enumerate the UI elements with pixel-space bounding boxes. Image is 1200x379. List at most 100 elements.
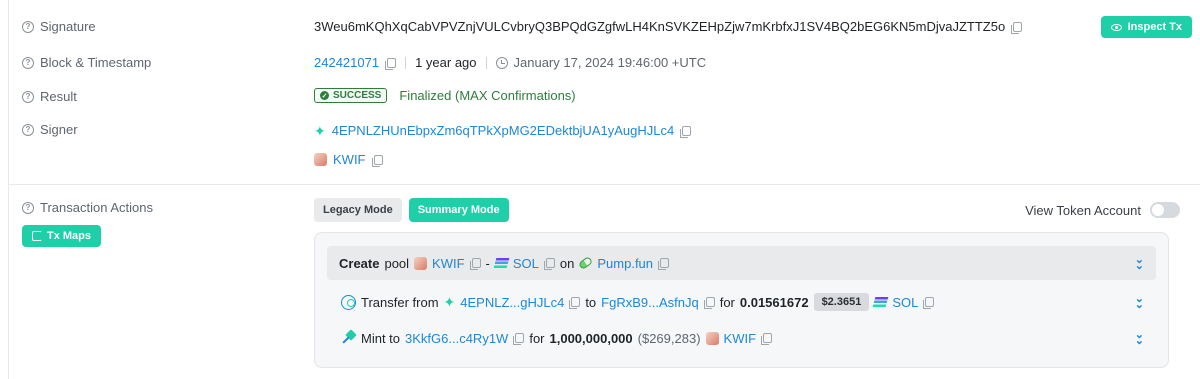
signer-token-group: KWIF xyxy=(314,152,383,167)
copy-icon[interactable] xyxy=(543,258,555,270)
transfer-amount: 0.01561672 xyxy=(739,294,809,310)
chevron-down-icon[interactable]: ⌄ ⌄ xyxy=(1135,329,1144,346)
transfer-from-link[interactable]: 4EPNLZ...gHJLc4 xyxy=(460,295,564,310)
wallet-sparkle-icon: ✦ xyxy=(314,122,326,139)
actions-label-group: ? Transaction Actions xyxy=(22,200,153,215)
for-word: for xyxy=(529,330,545,346)
action-mint: Mint to 3KkfG6...c4Ry1W for 1,000,000,00… xyxy=(327,327,1156,349)
signer-label: Signer xyxy=(40,122,78,137)
view-token-account-toggle[interactable] xyxy=(1150,202,1180,218)
copy-icon[interactable] xyxy=(761,333,773,345)
block-label: Block & Timestamp xyxy=(40,55,152,70)
signer-address-link[interactable]: 4EPNLZHUnEbpxZm6qTPkXpMG2EDektbjUA1yAugH… xyxy=(332,123,674,138)
block-value-group: 242421071 1 year ago January 17, 2024 19… xyxy=(314,55,706,70)
copy-icon[interactable] xyxy=(513,333,525,345)
price-badge: $2.3651 xyxy=(813,293,870,311)
signature-value: 3Weu6mKQhXqCabVPVZnjVULCvbryQ3BPQdGZgfwL… xyxy=(314,19,1006,34)
mint-to-link[interactable]: 3KkfG6...c4Ry1W xyxy=(405,331,508,346)
transfer-to-link[interactable]: FgRxB9...AsfnJq xyxy=(601,295,699,310)
transaction-details-card: ? Signature 3Weu6mKQhXqCabVPVZnjVULCvbry… xyxy=(8,0,1200,379)
result-row: ? Result ✓ SUCCESS Finalized (MAX Confir… xyxy=(9,87,1200,107)
pump-fun-icon xyxy=(578,255,594,271)
summary-mode-button[interactable]: Summary Mode xyxy=(408,198,509,222)
block-timestamp: January 17, 2024 19:46:00 +UTC xyxy=(513,55,707,70)
block-number-link[interactable]: 242421071 xyxy=(314,55,379,70)
divider xyxy=(485,56,487,69)
help-icon[interactable]: ? xyxy=(22,90,34,103)
copy-icon[interactable] xyxy=(469,258,481,270)
legacy-mode-button[interactable]: Legacy Mode xyxy=(314,198,402,222)
kwif-token-icon xyxy=(414,256,428,270)
transfer-token-link[interactable]: SOL xyxy=(892,295,918,310)
mint-verb: Mint to xyxy=(361,330,401,346)
result-label: Result xyxy=(40,89,77,104)
view-token-account-label: View Token Account xyxy=(1025,202,1141,218)
action-object: pool xyxy=(384,255,410,271)
divider xyxy=(405,56,407,69)
signer-address-group: ✦ 4EPNLZHUnEbpxZm6qTPkXpMG2EDektbjUA1yAu… xyxy=(314,122,692,139)
tx-maps-button[interactable]: Tx Maps xyxy=(22,225,102,247)
action-create-pool[interactable]: Create pool KWIF - SOL on Pump.fun ⌄ ⌄ xyxy=(327,246,1156,280)
sol-token-icon xyxy=(493,258,510,268)
mint-usd-value: ($269,283) xyxy=(637,330,701,346)
sol-token-icon xyxy=(872,297,889,307)
signature-row: ? Signature 3Weu6mKQhXqCabVPVZnjVULCvbry… xyxy=(9,17,1200,37)
help-icon[interactable]: ? xyxy=(22,201,34,214)
transfer-icon xyxy=(341,294,356,310)
signer-label-group: ? Signer xyxy=(22,122,78,137)
copy-icon[interactable] xyxy=(371,154,383,167)
token-b-link[interactable]: SOL xyxy=(513,256,539,271)
mode-switch: Legacy Mode Summary Mode xyxy=(314,198,509,222)
copy-icon[interactable] xyxy=(703,297,715,309)
pair-dash: - xyxy=(485,255,490,271)
result-value-group: ✓ SUCCESS Finalized (MAX Confirmations) xyxy=(314,88,576,103)
copy-icon[interactable] xyxy=(1011,21,1023,34)
kwif-token-icon xyxy=(314,153,327,166)
mint-amount: 1,000,000,000 xyxy=(549,330,633,346)
check-icon: ✓ xyxy=(320,91,329,100)
platform-link[interactable]: Pump.fun xyxy=(597,256,653,271)
copy-icon[interactable] xyxy=(385,57,397,70)
copy-icon[interactable] xyxy=(680,125,692,138)
help-icon[interactable]: ? xyxy=(22,20,34,33)
for-word: for xyxy=(719,294,735,310)
status-badge: ✓ SUCCESS xyxy=(314,88,388,103)
signature-value-group: 3Weu6mKQhXqCabVPVZnjVULCvbryQ3BPQdGZgfwL… xyxy=(314,19,1023,34)
action-verb: Create xyxy=(339,255,380,271)
actions-label: Transaction Actions xyxy=(40,200,153,215)
copy-icon[interactable] xyxy=(923,297,935,309)
section-divider xyxy=(9,184,1200,185)
signature-label: Signature xyxy=(40,19,96,34)
actions-summary-box: Create pool KWIF - SOL on Pump.fun ⌄ ⌄ Tr… xyxy=(314,232,1169,368)
on-word: on xyxy=(559,255,575,271)
status-text: SUCCESS xyxy=(333,90,382,101)
copy-icon[interactable] xyxy=(658,258,670,270)
signer-token-link[interactable]: KWIF xyxy=(333,152,366,167)
inspect-tx-label: Inspect Tx xyxy=(1127,21,1182,33)
signature-label-group: ? Signature xyxy=(22,19,96,34)
block-row: ? Block & Timestamp 242421071 1 year ago… xyxy=(9,53,1200,73)
transfer-verb: Transfer from xyxy=(361,294,439,310)
mint-icon xyxy=(341,331,356,346)
eye-icon xyxy=(1110,23,1122,31)
token-a-link[interactable]: KWIF xyxy=(432,256,465,271)
view-token-account-control: View Token Account xyxy=(1025,202,1180,218)
action-transfer: Transfer from ✦ 4EPNLZ...gHJLc4 to FgRxB… xyxy=(327,291,1156,313)
block-age: 1 year ago xyxy=(415,55,477,70)
to-word: to xyxy=(585,294,597,310)
inspect-tx-button[interactable]: Inspect Tx xyxy=(1100,16,1192,38)
kwif-token-icon xyxy=(705,331,719,345)
copy-icon[interactable] xyxy=(569,297,581,309)
map-icon xyxy=(32,231,42,241)
tx-maps-label: Tx Maps xyxy=(47,230,92,242)
finalized-text: Finalized (MAX Confirmations) xyxy=(399,88,576,103)
chevron-down-icon[interactable]: ⌄ ⌄ xyxy=(1135,254,1144,271)
help-icon[interactable]: ? xyxy=(22,123,34,136)
wallet-sparkle-icon: ✦ xyxy=(443,294,456,310)
help-icon[interactable]: ? xyxy=(22,56,34,69)
mint-token-link[interactable]: KWIF xyxy=(724,331,757,346)
result-label-group: ? Result xyxy=(22,89,77,104)
block-label-group: ? Block & Timestamp xyxy=(22,55,151,70)
chevron-down-icon[interactable]: ⌄ ⌄ xyxy=(1135,293,1144,310)
signer-row: ? Signer ✦ 4EPNLZHUnEbpxZm6qTPkXpMG2EDek… xyxy=(9,120,1200,170)
